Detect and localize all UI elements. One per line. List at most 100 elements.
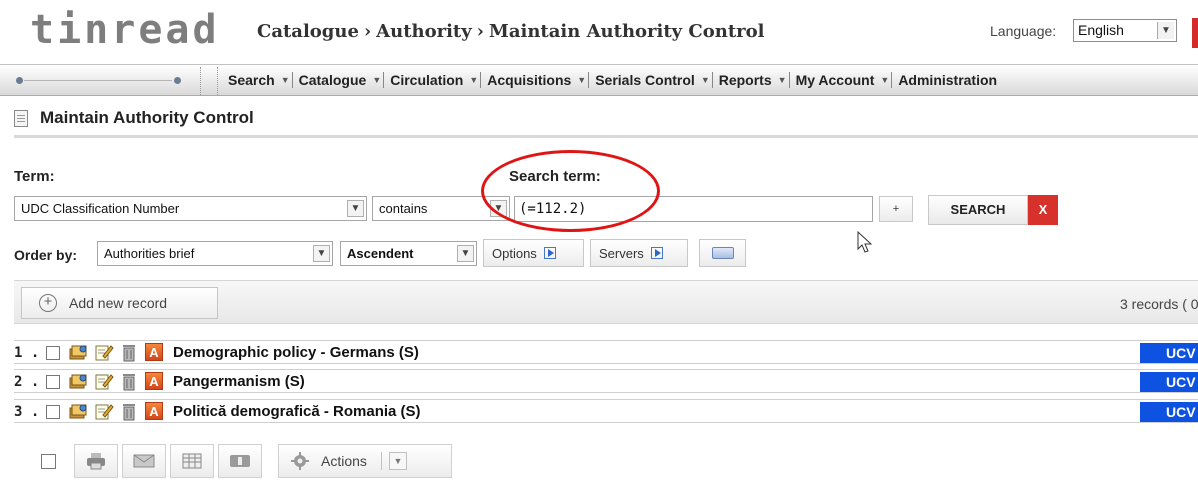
breadcrumb-item-current: Maintain Authority Control: [488, 21, 765, 42]
dropdown-arrow-icon: ▼: [577, 75, 587, 85]
expand-arrow-icon: [543, 247, 556, 259]
options-button[interactable]: Options: [483, 239, 584, 267]
app-logo[interactable]: tinread: [30, 8, 220, 52]
library-badge: UCV: [1140, 372, 1198, 392]
document-icon: [14, 109, 28, 127]
result-index: 1 .: [14, 345, 40, 361]
result-title[interactable]: Demographic policy - Germans (S): [173, 344, 419, 361]
result-index: 3 .: [14, 404, 40, 420]
highlight-annotation: [481, 150, 660, 232]
slider-right-knob[interactable]: [174, 77, 181, 84]
nav-divider: [711, 72, 713, 88]
edit-record-icon[interactable]: [94, 343, 114, 361]
nav-item-catalogue[interactable]: Catalogue ▼: [299, 72, 391, 88]
dropdown-arrow-icon: ▼: [372, 75, 382, 85]
nav-item-circulation[interactable]: Circulation ▼: [390, 72, 487, 88]
nav-divider: [383, 72, 385, 88]
gear-icon: [291, 452, 309, 470]
authority-a-icon: A: [145, 372, 163, 390]
nav-item-label: Catalogue: [298, 72, 367, 88]
servers-button[interactable]: Servers: [590, 239, 688, 267]
nav-item-my-account[interactable]: My Account ▼: [796, 72, 899, 88]
clear-button[interactable]: X: [1028, 195, 1058, 225]
add-term-button[interactable]: +: [879, 196, 913, 222]
dropdown-arrow-icon: ▼: [880, 75, 890, 85]
nav-item-label: Serials Control: [595, 72, 695, 88]
edit-record-icon[interactable]: [94, 372, 114, 390]
expand-arrow-icon: [650, 247, 663, 259]
main-nav: Search ▼ Catalogue ▼ Circulation ▼ Acquisit…: [0, 64, 1198, 96]
nav-item-label: Acquisitions: [487, 72, 572, 88]
keyboard-icon: [711, 247, 734, 259]
chevron-down-icon[interactable]: ▼: [388, 452, 407, 470]
delete-record-icon[interactable]: [120, 402, 138, 421]
mouse-cursor-icon: [857, 231, 873, 253]
result-checkbox[interactable]: [46, 375, 60, 389]
sort-direction-select[interactable]: Ascendent ▼: [340, 241, 477, 266]
add-new-record-label: Add new record: [69, 295, 168, 311]
library-badge: UCV: [1140, 402, 1198, 422]
operator-select-value: contains: [379, 201, 428, 216]
plus-circle-icon: +: [39, 294, 57, 312]
nav-slider[interactable]: [0, 71, 205, 91]
result-checkbox[interactable]: [46, 346, 60, 360]
edit-record-icon[interactable]: [94, 402, 114, 420]
authority-a-icon: A: [145, 343, 163, 361]
nav-item-serials-control[interactable]: Serials Control ▼: [595, 72, 719, 88]
view-record-icon[interactable]: [68, 402, 88, 420]
slider-track: [24, 80, 172, 81]
breadcrumb-item-authority[interactable]: Authority: [376, 21, 472, 42]
nav-item-label: My Account: [795, 72, 875, 88]
nav-divider: [291, 72, 293, 88]
slider-left-knob[interactable]: [16, 77, 23, 84]
chevron-down-icon: ▼: [457, 245, 474, 262]
options-label: Options: [492, 245, 537, 261]
compare-button[interactable]: [218, 444, 262, 478]
breadcrumb-item-catalogue[interactable]: Catalogue: [257, 21, 359, 42]
result-title[interactable]: Pangermanism (S): [173, 373, 305, 390]
nav-item-search[interactable]: Search ▼: [228, 72, 299, 88]
servers-label: Servers: [599, 245, 644, 261]
page-title: Maintain Authority Control: [14, 108, 254, 128]
result-row: 1 . A Demographic policy - Germans (S) U…: [14, 340, 1198, 364]
view-record-icon[interactable]: [68, 343, 88, 361]
select-all-checkbox[interactable]: [41, 453, 56, 469]
results-toolbar: + Add new record 3 records ( 0: [14, 280, 1198, 324]
term-select[interactable]: UDC Classification Number ▼: [14, 196, 367, 221]
search-button[interactable]: SEARCH: [928, 195, 1028, 225]
language-select[interactable]: English ▼: [1073, 19, 1177, 42]
nav-grip-handle[interactable]: [200, 67, 218, 95]
result-checkbox[interactable]: [46, 405, 60, 419]
title-divider: [14, 135, 1198, 138]
order-by-select[interactable]: Authorities brief ▼: [97, 241, 333, 266]
nav-item-acquisitions[interactable]: Acquisitions ▼: [487, 72, 595, 88]
dropdown-arrow-icon: ▼: [777, 75, 787, 85]
breadcrumb-separator: ›: [363, 21, 372, 42]
print-button[interactable]: [74, 444, 118, 478]
result-index: 2 .: [14, 374, 40, 390]
email-button[interactable]: [122, 444, 166, 478]
order-by-label: Order by:: [14, 247, 78, 263]
actions-menu-button[interactable]: Actions ▼: [278, 444, 452, 478]
delete-record-icon[interactable]: [120, 372, 138, 391]
add-new-record-button[interactable]: + Add new record: [21, 287, 218, 319]
virtual-keyboard-button[interactable]: [699, 239, 746, 267]
actions-label: Actions: [321, 453, 367, 469]
nav-divider: [788, 72, 790, 88]
nav-item-administration[interactable]: Administration: [898, 72, 1003, 88]
nav-item-reports[interactable]: Reports ▼: [719, 72, 796, 88]
nav-divider: [588, 72, 590, 88]
term-label: Term:: [14, 168, 55, 185]
delete-record-icon[interactable]: [120, 343, 138, 362]
compare-icon: [230, 455, 250, 467]
result-title[interactable]: Politică demografică - Romania (S): [173, 403, 421, 420]
header-accent: [1192, 18, 1198, 48]
chevron-down-icon: ▼: [347, 200, 364, 217]
nav-menu: Search ▼ Catalogue ▼ Circulation ▼ Acquisit…: [228, 72, 1003, 88]
order-by-value: Authorities brief: [104, 246, 195, 261]
actions-divider: [380, 452, 382, 470]
export-table-button[interactable]: [170, 444, 214, 478]
language-label: Language:: [990, 23, 1057, 39]
language-value: English: [1078, 22, 1124, 38]
view-record-icon[interactable]: [68, 372, 88, 390]
